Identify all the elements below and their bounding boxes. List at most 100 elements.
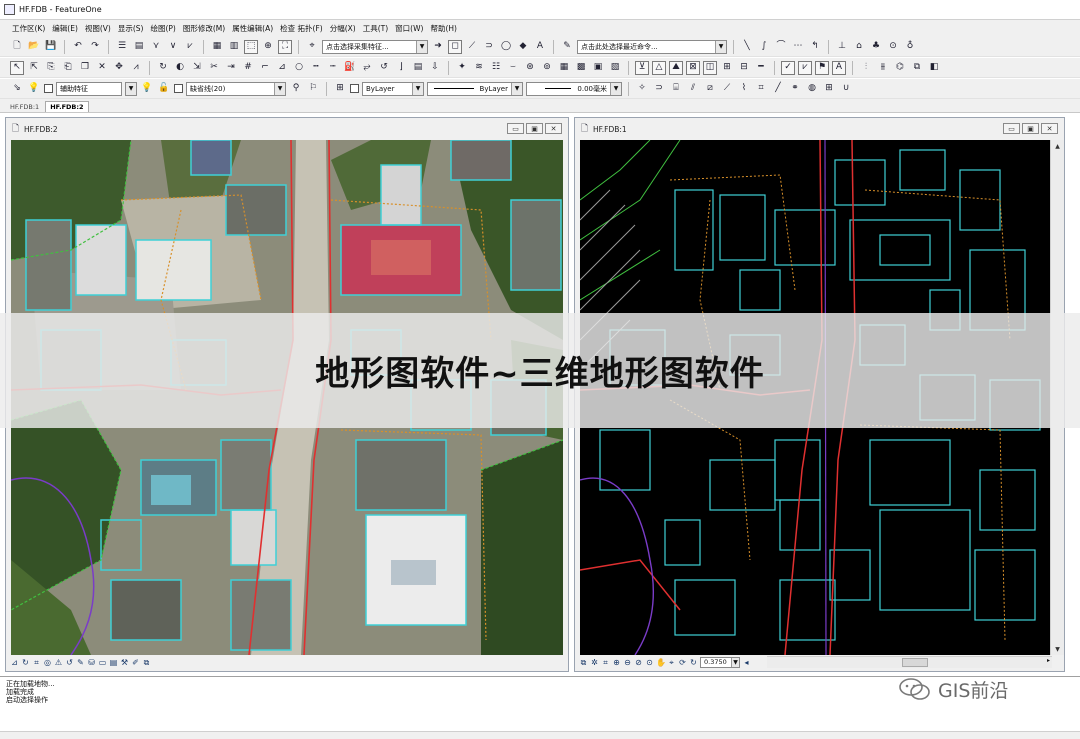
circle-tool-icon[interactable]: ◎ — [43, 658, 52, 667]
menu-workspace[interactable]: 工作区(K) — [12, 23, 45, 34]
extend-icon[interactable]: ⇥ — [224, 61, 238, 75]
arc-icon[interactable]: ⌒ — [774, 40, 788, 54]
maximize-button[interactable]: ▣ — [526, 123, 543, 134]
measure-icon[interactable]: ⊚ — [540, 61, 554, 75]
lasso-icon[interactable]: ⟳ — [678, 658, 687, 667]
dash-icon[interactable]: ┅ — [309, 61, 323, 75]
snap-point-icon[interactable]: ⊛ — [523, 61, 537, 75]
grid3-icon[interactable]: ▧ — [608, 61, 622, 75]
box-x-icon[interactable]: ⊠ — [686, 60, 700, 75]
copy-icon[interactable]: ⎘ — [44, 61, 58, 75]
attribute-icon[interactable]: ≋ — [472, 61, 486, 75]
pointer-icon[interactable]: ↰ — [808, 40, 822, 54]
mountain-icon[interactable]: ⛰ — [669, 60, 683, 75]
color-swatch[interactable] — [350, 84, 359, 93]
paint-icon[interactable]: ✎ — [76, 658, 85, 667]
u-shape-icon[interactable]: ∪ — [839, 82, 853, 96]
scroll-down-icon[interactable]: ▼ — [1051, 643, 1064, 655]
red-line-icon[interactable]: ╱ — [771, 82, 785, 96]
circle-icon[interactable]: ◯ — [499, 40, 513, 54]
linewidth-combo[interactable]: 0.00毫米 ▼ — [526, 81, 622, 96]
box-icon[interactable]: ◻ — [448, 39, 462, 54]
scroll-left-icon[interactable]: ◂ — [742, 658, 751, 667]
pan-hand-icon[interactable]: ✋ — [656, 658, 666, 667]
menu-view[interactable]: 视图(V) — [85, 23, 111, 34]
menu-window[interactable]: 窗口(W) — [395, 23, 423, 34]
slope-icon[interactable]: ⟋ — [720, 82, 734, 96]
hook-icon[interactable]: ⊃ — [652, 82, 666, 96]
join-icon[interactable]: ⌋ — [394, 61, 408, 75]
right-window-titlebar[interactable]: 🗋 HF.FDB:1 — [575, 118, 1064, 140]
menu-edit[interactable]: 编辑(E) — [52, 23, 78, 34]
grid4-icon[interactable]: ⊞ — [822, 82, 836, 96]
horizontal-scroll-thumb[interactable] — [902, 658, 928, 667]
pin-icon[interactable]: ⚐ — [306, 82, 320, 96]
lock-icon[interactable]: 🔓 — [157, 82, 171, 96]
frame-icon[interactable]: ▭ — [98, 658, 107, 667]
layer-manager-icon[interactable]: ⊞ — [333, 82, 347, 96]
zoom-prev-icon[interactable]: ⊙ — [645, 658, 654, 667]
hatch2-icon[interactable]: ⫽ — [686, 82, 700, 96]
refresh-icon[interactable]: ↺ — [65, 658, 74, 667]
fit-icon[interactable]: ⌗ — [601, 658, 610, 667]
menu-draw[interactable]: 绘图(P) — [150, 23, 175, 34]
flag-icon[interactable]: ⚑ — [815, 60, 829, 75]
warning-icon[interactable]: ⚠ — [54, 658, 63, 667]
paint-bucket-icon[interactable]: ⛁ — [87, 658, 96, 667]
circle-arc-icon[interactable]: ◐ — [173, 61, 187, 75]
select-window-icon[interactable]: ⬚ — [244, 39, 258, 54]
minimize-button[interactable]: ▭ — [507, 123, 524, 134]
point-icon[interactable]: ○ — [292, 61, 306, 75]
ortho-icon[interactable]: ▥ — [227, 40, 241, 54]
refresh-view-icon[interactable]: ↻ — [689, 658, 698, 667]
spline-icon[interactable]: ∫ — [757, 40, 771, 54]
table2-icon[interactable]: ▩ — [574, 61, 588, 75]
layers-icon[interactable]: ⧉ — [142, 658, 151, 667]
globe-icon[interactable]: ◍ — [805, 82, 819, 96]
grid-off-icon[interactable]: ⊞ — [720, 61, 734, 75]
close-button[interactable]: ✕ — [545, 123, 562, 134]
wrench-icon[interactable]: ⚒ — [120, 658, 129, 667]
zoom-window-icon[interactable]: ⊘ — [634, 658, 643, 667]
split-icon[interactable]: ⫶ — [859, 61, 873, 75]
duplicate-icon[interactable]: ❐ — [78, 61, 92, 75]
linetype-combo[interactable]: 缺省线(20) ▼ — [186, 81, 286, 96]
view-select-icon[interactable]: ⧉ — [579, 658, 588, 667]
undo-icon[interactable]: ↶ — [71, 40, 85, 54]
mirror-icon[interactable]: ⩘ — [129, 61, 143, 75]
move-icon[interactable]: ✥ — [112, 61, 126, 75]
feature-select-combo[interactable]: 点击选择采集特征... ▼ — [322, 39, 428, 54]
fill-icon[interactable]: ◆ — [516, 40, 530, 54]
rotate-icon[interactable]: ↻ — [156, 61, 170, 75]
rotate-view-icon[interactable]: ↻ — [21, 658, 30, 667]
layer-arrow-icon[interactable]: ⇘ — [10, 82, 24, 96]
label-icon[interactable]: ⌗ — [754, 82, 768, 96]
star-tool-icon[interactable]: ✲ — [590, 658, 599, 667]
recent-command-combo[interactable]: 点击此处选择最近命令... ▼ — [577, 39, 727, 54]
zoom-icon[interactable]: ⊕ — [261, 40, 275, 54]
table-icon[interactable]: ▦ — [557, 61, 571, 75]
select-icon[interactable]: ↖ — [10, 60, 24, 75]
minimize-button[interactable]: ▭ — [1003, 123, 1020, 134]
contour-icon[interactable]: ⌇ — [737, 82, 751, 96]
linetype-checkbox[interactable] — [174, 84, 183, 93]
chamfer-icon[interactable]: ⊿ — [275, 61, 289, 75]
grid-hash-icon[interactable]: # — [241, 61, 255, 75]
trim-icon[interactable]: ✂ — [207, 61, 221, 75]
zoom-in-icon[interactable]: ⊕ — [612, 658, 621, 667]
offset-icon[interactable]: ⥂ — [360, 61, 374, 75]
dotted-arc-icon[interactable]: ⋯ — [791, 40, 805, 54]
check-line-icon[interactable]: ⩗ — [798, 60, 812, 75]
line-icon[interactable]: ⟋ — [465, 40, 479, 54]
menu-sheet[interactable]: 分幅(X) — [330, 23, 356, 34]
snap-mid-icon[interactable]: ⩗ — [183, 40, 197, 54]
measure2-icon[interactable]: ⌸ — [669, 82, 683, 96]
link-icon[interactable]: ⚭ — [788, 82, 802, 96]
connect-icon[interactable]: ⌣ — [506, 61, 520, 75]
layer-combo-dropdown[interactable]: ▼ — [125, 81, 137, 96]
triangle-tool-icon[interactable]: ⊿ — [10, 658, 19, 667]
scale-icon[interactable]: ⇲ — [190, 61, 204, 75]
star-icon[interactable]: ✧ — [635, 82, 649, 96]
diagonal-line-icon[interactable]: ╲ — [740, 40, 754, 54]
layer-icon[interactable]: ▤ — [132, 40, 146, 54]
